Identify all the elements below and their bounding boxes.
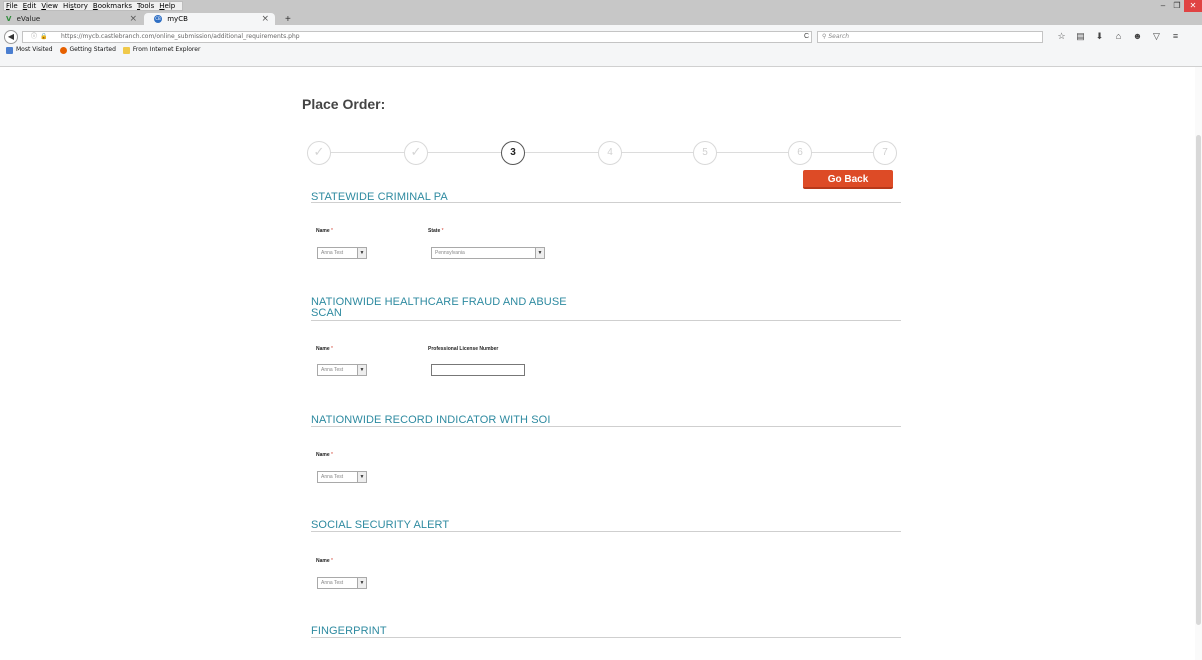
chevron-down-icon: ▼ — [357, 578, 366, 588]
name-select[interactable]: Anna Test ▼ — [317, 364, 367, 376]
step-7: 7 — [873, 141, 897, 165]
navigation-toolbar: ◀ ⓘ 🔒 https://mycb.castlebranch.com/onli… — [0, 25, 1202, 67]
select-value: Anna Test — [321, 580, 344, 586]
step-5: 5 — [693, 141, 717, 165]
browser-titlebar: File Edit View History Bookmarks Tools H… — [0, 0, 1202, 26]
maximize-button[interactable]: ❐ — [1170, 0, 1184, 12]
state-select[interactable]: Pennsylvania ▼ — [431, 247, 545, 259]
scrollbar-thumb[interactable] — [1196, 135, 1201, 625]
license-number-input[interactable] — [431, 364, 525, 376]
smiley-icon[interactable]: ☻ — [1128, 30, 1147, 42]
section-divider — [311, 426, 901, 427]
select-value: Pennsylvania — [435, 250, 465, 256]
back-button[interactable]: ◀ — [4, 30, 18, 44]
menu-history[interactable]: History — [63, 2, 88, 10]
menu-bookmarks[interactable]: Bookmarks — [93, 2, 132, 10]
minimize-button[interactable]: – — [1156, 0, 1170, 12]
section-title-record-indicator: NATIONWIDE RECORD INDICATOR WITH SOI — [311, 414, 551, 426]
license-number-label: Professional License Number — [428, 346, 499, 352]
menu-view[interactable]: View — [41, 2, 58, 10]
menu-tools[interactable]: Tools — [137, 2, 154, 10]
bookmark-label: Getting Started — [69, 46, 116, 53]
home-icon[interactable]: ⌂ — [1109, 30, 1128, 42]
toolbar-icons: ☆ ▤ ⬇ ⌂ ☻ ▽ ≡ — [1052, 30, 1185, 42]
lock-icon: 🔒 — [40, 34, 48, 40]
state-label: State * — [428, 228, 444, 234]
url-text: https://mycb.castlebranch.com/online_sub… — [61, 33, 300, 40]
search-placeholder: Search — [828, 33, 850, 40]
info-icon[interactable]: ⓘ — [31, 32, 37, 42]
menu-icon[interactable]: ≡ — [1166, 30, 1185, 42]
chevron-down-icon: ▼ — [357, 248, 366, 258]
name-select[interactable]: Anna Test ▼ — [317, 471, 367, 483]
section-title-healthcare-fraud: NATIONWIDE HEALTHCARE FRAUD AND ABUSE SC… — [311, 296, 567, 319]
firefox-icon — [59, 46, 67, 54]
section-divider — [311, 531, 901, 532]
section-divider — [311, 202, 901, 203]
address-bar[interactable]: ⓘ 🔒 https://mycb.castlebranch.com/online… — [22, 31, 812, 43]
page-title: Place Order: — [302, 96, 386, 112]
pocket-icon[interactable]: ▽ — [1147, 30, 1166, 42]
close-window-button[interactable]: ✕ — [1184, 0, 1202, 12]
menu-help[interactable]: Help — [159, 2, 175, 10]
reading-list-icon[interactable]: ▤ — [1071, 30, 1090, 42]
menu-bar: File Edit View History Bookmarks Tools H… — [3, 1, 184, 11]
star-icon[interactable]: ☆ — [1052, 30, 1071, 42]
chevron-down-icon: ▼ — [357, 365, 366, 375]
reload-icon[interactable]: C — [804, 32, 809, 42]
step-1: ✓ — [307, 141, 331, 165]
download-icon[interactable]: ⬇ — [1090, 30, 1109, 42]
step-2: ✓ — [404, 141, 428, 165]
chevron-down-icon: ▼ — [357, 472, 366, 482]
bookmark-getting-started[interactable]: Getting Started — [59, 44, 116, 56]
name-label: Name * — [316, 452, 333, 458]
bookmark-from-ie[interactable]: From Internet Explorer — [122, 44, 201, 56]
name-label: Name * — [316, 346, 333, 352]
bookmark-label: Most Visited — [16, 46, 53, 53]
section-divider — [311, 637, 901, 638]
name-select[interactable]: Anna Test ▼ — [317, 577, 367, 589]
mycb-favicon-icon: CB — [154, 15, 162, 23]
tab-label: myCB — [167, 15, 188, 23]
name-label: Name * — [316, 558, 333, 564]
name-select[interactable]: Anna Test ▼ — [317, 247, 367, 259]
step-6: 6 — [788, 141, 812, 165]
most-visited-icon — [6, 46, 13, 54]
window-controls: – ❐ ✕ — [1156, 0, 1202, 12]
section-title-social-security: SOCIAL SECURITY ALERT — [311, 519, 450, 531]
step-3: 3 — [501, 141, 525, 165]
tab-label: eValue — [16, 15, 41, 23]
menu-file[interactable]: File — [6, 2, 18, 10]
chevron-down-icon: ▼ — [535, 248, 544, 258]
go-back-button[interactable]: Go Back — [803, 170, 893, 189]
section-title-fingerprint: FINGERPRINT — [311, 625, 387, 637]
folder-icon — [122, 46, 130, 54]
select-value: Anna Test — [321, 474, 344, 480]
select-value: Anna Test — [321, 367, 344, 373]
section-divider — [311, 320, 901, 321]
menu-edit[interactable]: Edit — [23, 2, 37, 10]
select-value: Anna Test — [321, 250, 344, 256]
bookmark-label: From Internet Explorer — [132, 46, 201, 53]
bookmark-most-visited[interactable]: Most Visited — [6, 44, 53, 56]
bookmarks-toolbar: Most Visited Getting Started From Intern… — [6, 44, 207, 56]
step-4: 4 — [598, 141, 622, 165]
search-input[interactable]: ⚲ Search — [817, 31, 1043, 43]
name-label: Name * — [316, 228, 333, 234]
